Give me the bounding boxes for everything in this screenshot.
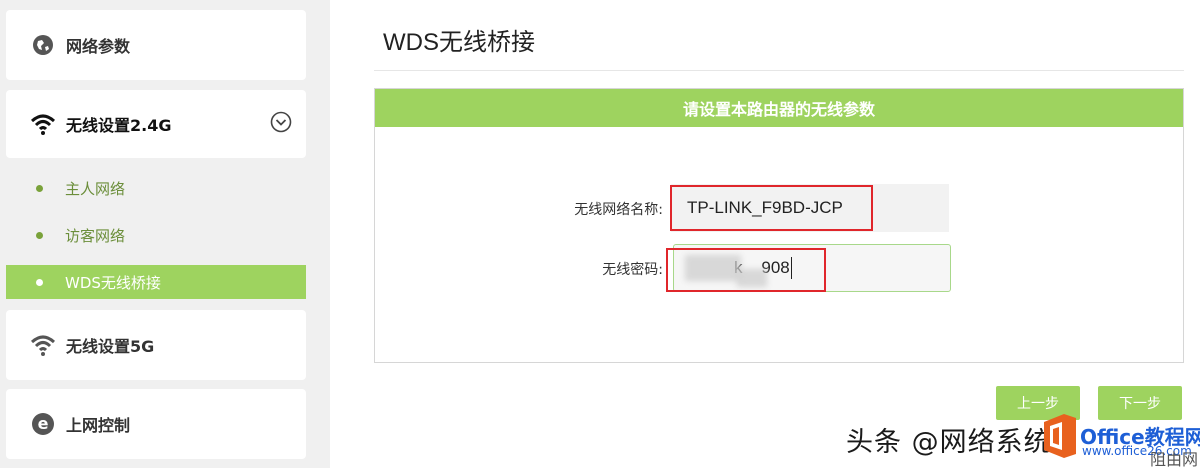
password-redaction [737, 269, 767, 287]
watermark-text: 头条 @网络系统 [846, 427, 1052, 458]
office-logo-icon [1040, 412, 1080, 460]
internet-explorer-icon: e [30, 411, 56, 437]
bullet-icon [36, 184, 43, 192]
menu-wireless-24g[interactable]: 无线设置2.4G [6, 90, 306, 158]
wifi-icon [30, 332, 56, 358]
svg-text:e: e [38, 414, 49, 433]
text-caret [790, 257, 792, 279]
menu-network-params[interactable]: 网络参数 [6, 10, 306, 80]
ssid-input[interactable]: TP-LINK_F9BD-JCP [671, 184, 949, 232]
sidebar-item-guest-network[interactable]: 访客网络 [6, 218, 306, 252]
title-divider [374, 70, 1184, 71]
sidebar-item-label: WDS无线桥接 [65, 273, 161, 292]
password-redaction [685, 255, 741, 281]
menu-wireless-5g[interactable]: 无线设置5G [6, 310, 306, 380]
wireless-params-panel: 请设置本路由器的无线参数 无线网络名称: TP-LINK_F9BD-JCP 无线… [374, 88, 1184, 363]
sidebar-item-label: 访客网络 [65, 226, 126, 245]
watermark-tail: 阻由网 [1150, 450, 1199, 469]
menu-internet-control-label: 上网控制 [66, 416, 131, 435]
menu-network-params-label: 网络参数 [66, 37, 131, 56]
wifi-icon [30, 111, 56, 137]
ssid-label: 无线网络名称: [574, 202, 663, 218]
globe-icon [30, 32, 56, 58]
panel-header: 请设置本路由器的无线参数 [375, 89, 1183, 127]
password-label: 无线密码: [602, 262, 663, 278]
bullet-icon [36, 278, 43, 286]
sidebar: 网络参数 无线设置2.4G 主人网络 访客网络 WDS无线桥接 无线设置5G e… [0, 0, 330, 468]
menu-internet-control[interactable]: e 上网控制 [6, 389, 306, 459]
bullet-icon [36, 231, 43, 239]
sidebar-item-wds-bridge[interactable]: WDS无线桥接 [6, 265, 306, 299]
ssid-value: TP-LINK_F9BD-JCP [687, 198, 843, 217]
menu-wireless-24g-label: 无线设置2.4G [66, 116, 172, 135]
page-title: WDS无线桥接 [383, 29, 535, 56]
sidebar-item-label: 主人网络 [65, 179, 126, 198]
chevron-down-icon[interactable] [270, 111, 292, 137]
sidebar-item-host-network[interactable]: 主人网络 [6, 171, 306, 205]
next-step-button[interactable]: 下一步 [1098, 386, 1182, 420]
menu-wireless-5g-label: 无线设置5G [66, 337, 155, 356]
